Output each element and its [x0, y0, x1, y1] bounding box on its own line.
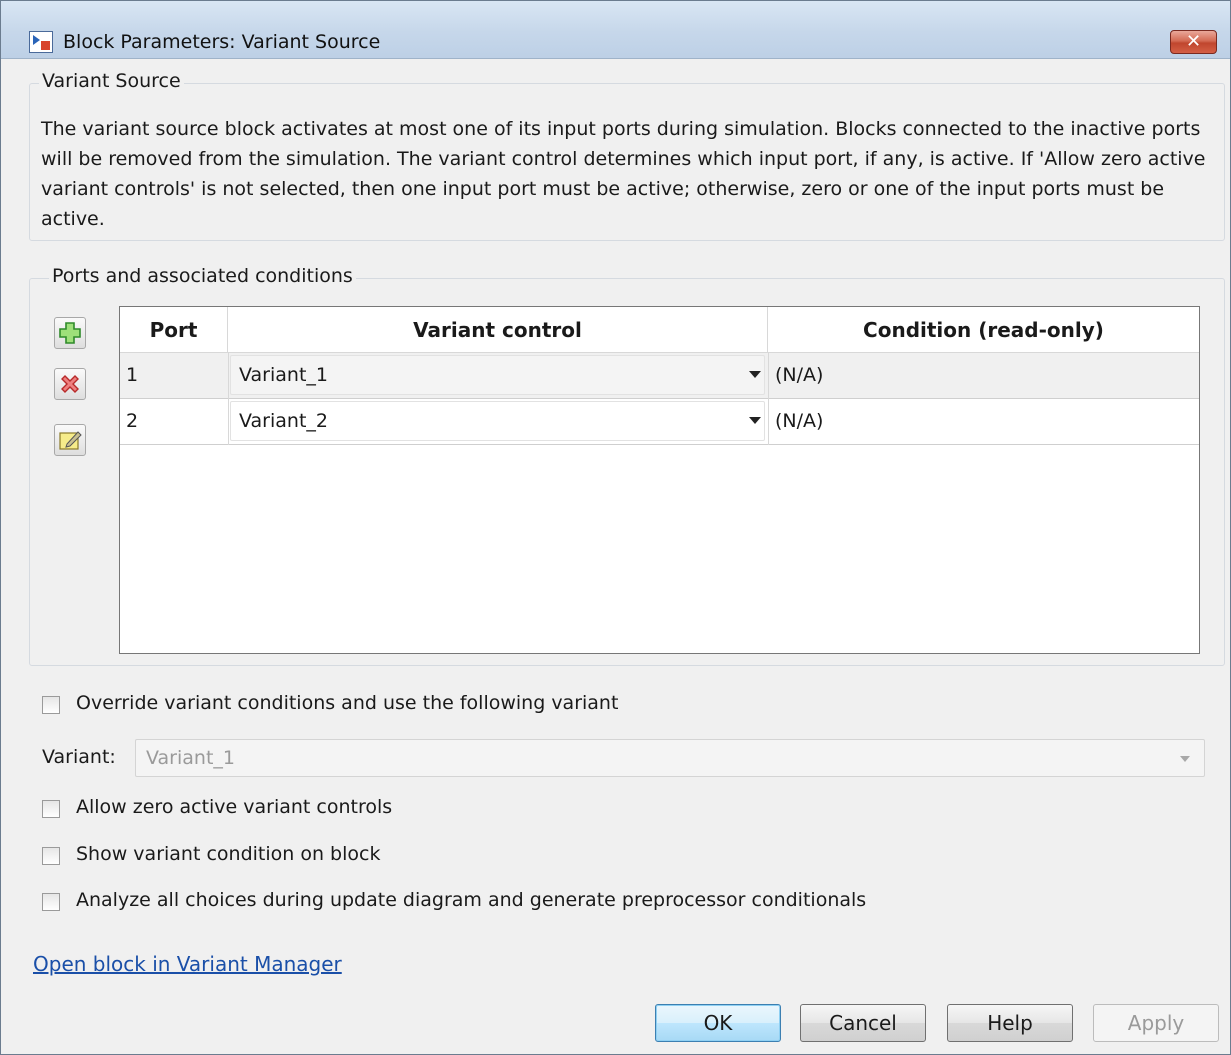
show-condition-label[interactable]: Show variant condition on block: [76, 843, 380, 865]
variant-control-value: Variant_2: [239, 410, 328, 432]
apply-button[interactable]: Apply: [1093, 1004, 1219, 1042]
override-checkbox[interactable]: [42, 696, 60, 714]
column-header-variant-control[interactable]: Variant control: [228, 307, 768, 353]
chevron-down-icon[interactable]: [749, 371, 761, 378]
variant-source-legend: Variant Source: [39, 70, 184, 92]
help-button[interactable]: Help: [947, 1004, 1073, 1042]
edit-condition-button[interactable]: [54, 424, 86, 456]
add-port-button[interactable]: [54, 317, 86, 349]
variant-label: Variant:: [42, 746, 116, 768]
override-checkbox-label[interactable]: Override variant conditions and use the …: [76, 692, 618, 714]
plus-icon: [59, 322, 81, 344]
cell-divider: [768, 353, 769, 399]
variant-source-description: The variant source block activates at mo…: [41, 118, 1206, 230]
delete-icon: [61, 375, 79, 393]
variant-dropdown[interactable]: Variant_1: [135, 739, 1205, 777]
simulink-block-icon: [29, 31, 53, 53]
open-variant-manager-link[interactable]: Open block in Variant Manager: [33, 952, 342, 976]
port-number: 1: [126, 364, 139, 386]
cell-divider: [228, 353, 229, 399]
show-condition-checkbox[interactable]: [42, 847, 60, 865]
ports-legend: Ports and associated conditions: [49, 265, 356, 287]
chevron-down-icon[interactable]: [1180, 756, 1190, 762]
column-header-port[interactable]: Port: [120, 307, 228, 353]
cancel-button[interactable]: Cancel: [800, 1004, 926, 1042]
condition-value: (N/A): [775, 364, 824, 386]
variant-dropdown-value: Variant_1: [146, 747, 235, 769]
analyze-all-choices-checkbox[interactable]: [42, 893, 60, 911]
window-title: Block Parameters: Variant Source: [63, 31, 381, 53]
delete-port-button[interactable]: [54, 368, 86, 400]
variant-control-dropdown[interactable]: Variant_2: [230, 401, 765, 441]
ports-table: Port Variant control Condition (read-onl…: [119, 306, 1200, 654]
allow-zero-active-label[interactable]: Allow zero active variant controls: [76, 796, 392, 818]
chevron-down-icon[interactable]: [749, 417, 761, 424]
edit-icon: [59, 431, 82, 450]
close-icon: ✕: [1185, 31, 1202, 52]
cell-divider: [768, 399, 769, 445]
ok-button[interactable]: OK: [655, 1004, 781, 1042]
close-button[interactable]: ✕: [1170, 30, 1217, 54]
port-number: 2: [126, 410, 139, 432]
variant-control-dropdown[interactable]: Variant_1: [230, 355, 765, 395]
allow-zero-active-checkbox[interactable]: [42, 800, 60, 818]
column-header-condition[interactable]: Condition (read-only): [768, 307, 1199, 353]
cell-divider: [228, 399, 229, 445]
dialog-window: Block Parameters: Variant Source ✕ Varia…: [0, 0, 1231, 1055]
table-row[interactable]: 1 Variant_1 (N/A): [120, 353, 1199, 399]
variant-control-value: Variant_1: [239, 364, 328, 386]
title-bar: Block Parameters: Variant Source ✕: [1, 1, 1230, 59]
condition-value: (N/A): [775, 410, 824, 432]
analyze-all-choices-label[interactable]: Analyze all choices during update diagra…: [76, 889, 866, 911]
table-row[interactable]: 2 Variant_2 (N/A): [120, 399, 1199, 445]
